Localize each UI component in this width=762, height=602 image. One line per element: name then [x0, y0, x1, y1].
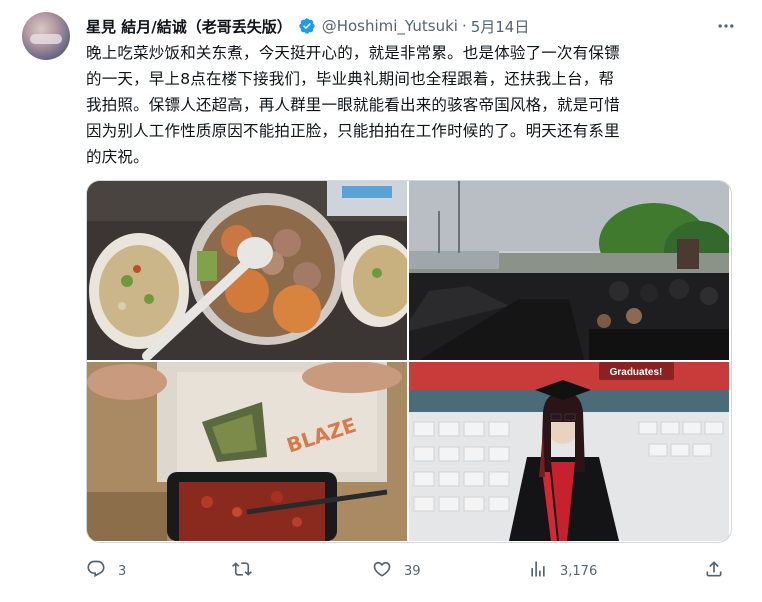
verified-badge-icon: [298, 17, 316, 35]
tweet-header: 星見 結月/結诚（老哥丢失版） @Hoshimi_Yutsuki · 5月14日: [86, 14, 738, 38]
retweet-button[interactable]: [232, 559, 264, 583]
views-button[interactable]: 3,176: [528, 559, 597, 583]
tweet-text-line: 晚上吃菜炒饭和关东煮，今天挺开心的，就是非常累。也是体验了一次有保镖: [86, 44, 620, 62]
user-handle[interactable]: @Hoshimi_Yutsuki: [322, 17, 458, 35]
reply-button[interactable]: 3: [86, 559, 126, 583]
photo-fried-rice-and-oden[interactable]: [87, 181, 407, 360]
tweet-text-line: 的庆祝。: [86, 148, 149, 166]
tweet-text-line: 的一天，早上8点在楼下接我们，毕业典礼期间也全程跟着，还扶我上台，帮: [86, 70, 615, 88]
like-button[interactable]: 39: [372, 559, 421, 583]
like-icon: [372, 559, 392, 583]
tweet-text: 晚上吃菜炒饭和关东煮，今天挺开心的，就是非常累。也是体验了一次有保镖 的一天，早…: [86, 40, 732, 170]
display-name[interactable]: 星見 結月/結诚（老哥丢失版）: [86, 16, 292, 37]
separator-dot: ·: [461, 17, 467, 35]
retweet-icon: [232, 559, 252, 583]
photo-graduate-portrait[interactable]: Graduates!: [409, 362, 729, 541]
share-button[interactable]: [704, 559, 724, 583]
graduates-banner-text: Graduates!: [610, 367, 663, 378]
tweet-text-line: 因为别人工作性质原因不能拍正脸，只能拍拍在工作时候的了。明天还有系里: [86, 122, 620, 140]
avatar[interactable]: [22, 12, 70, 60]
tweet-date[interactable]: 5月14日: [471, 16, 530, 37]
tweet-text-line: 我拍照。保镖人还超高，再人群里一眼就能看出来的骇客帝国风格，就是可惜: [86, 96, 620, 114]
more-options-icon[interactable]: [714, 14, 738, 38]
views-icon: [528, 559, 548, 583]
reply-icon: [86, 559, 106, 583]
tweet-actions: 3 39 3,176: [86, 556, 726, 586]
photo-pizza-box[interactable]: BLAZE: [87, 362, 407, 541]
reply-count: 3: [118, 563, 127, 579]
views-count: 3,176: [560, 563, 598, 579]
share-icon: [704, 559, 724, 583]
media-grid: BLAZE Graduates!: [86, 180, 732, 543]
like-count: 39: [404, 563, 421, 579]
photo-graduation-crowd[interactable]: [409, 181, 729, 360]
